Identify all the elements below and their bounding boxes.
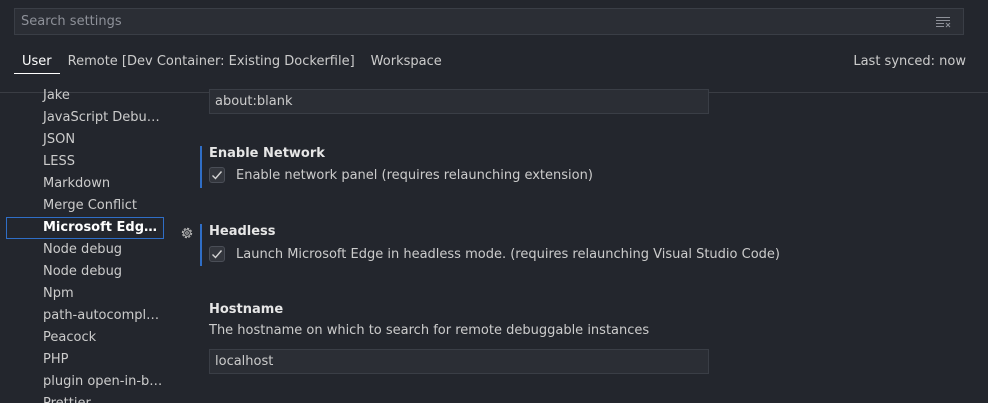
setting-title-enable-network: Enable Network — [209, 146, 325, 161]
toc-item-less[interactable]: LESS — [6, 151, 164, 173]
toc-item-php[interactable]: PHP — [6, 349, 164, 371]
search-box[interactable] — [14, 8, 964, 35]
hostname-input[interactable] — [209, 349, 709, 374]
modified-indicator-headless — [200, 224, 202, 266]
toc-item-javascript-debugger[interactable]: JavaScript Debugger — [6, 107, 164, 129]
toc-item-prettier[interactable]: Prettier — [6, 393, 164, 403]
setting-row-headless: Launch Microsoft Edge in headless mode. … — [209, 245, 780, 263]
toc-item-npm[interactable]: Npm — [6, 283, 164, 305]
tab-remote[interactable]: Remote [Dev Container: Existing Dockerfi… — [60, 52, 363, 74]
setting-row-enable-network: Enable network panel (requires relaunchi… — [209, 166, 593, 184]
filter-icon[interactable] — [935, 16, 951, 28]
url-setting-input[interactable] — [209, 89, 709, 114]
check-icon — [212, 171, 223, 180]
toc-item-node-debug-2[interactable]: Node debug — [6, 261, 164, 283]
toc-item-path-autocomplete[interactable]: path-autocomplete — [6, 305, 164, 327]
toc-item-microsoft-edge-tools[interactable]: Microsoft Edge Tools — [6, 217, 164, 239]
search-input[interactable] — [15, 9, 963, 34]
toc-item-merge-conflict[interactable]: Merge Conflict — [6, 195, 164, 217]
enable-network-checkbox[interactable] — [209, 167, 225, 183]
enable-network-label[interactable]: Enable network panel (requires relaunchi… — [236, 168, 593, 183]
settings-scope-tabs: User Remote [Dev Container: Existing Doc… — [14, 52, 450, 74]
headless-checkbox[interactable] — [209, 246, 225, 262]
setting-title-hostname: Hostname — [209, 302, 284, 317]
setting-title-headless: Headless — [209, 224, 276, 239]
check-icon — [212, 250, 223, 259]
modified-indicator — [200, 146, 202, 188]
headless-label[interactable]: Launch Microsoft Edge in headless mode. … — [236, 247, 780, 262]
settings-toc: Jake JavaScript Debugger JSON LESS Markd… — [0, 86, 166, 403]
toc-item-markdown[interactable]: Markdown — [6, 173, 164, 195]
toc-item-peacock[interactable]: Peacock — [6, 327, 164, 349]
toc-item-plugin-open-in-browser[interactable]: plugin open-in-browser — [6, 371, 164, 393]
toc-item-jake[interactable]: Jake — [6, 86, 164, 107]
sync-status: Last synced: now — [853, 54, 966, 69]
toc-item-json[interactable]: JSON — [6, 129, 164, 151]
tab-workspace[interactable]: Workspace — [363, 52, 450, 74]
setting-description-hostname: The hostname on which to search for remo… — [209, 323, 650, 338]
tab-user[interactable]: User — [14, 52, 60, 74]
toc-item-node-debug[interactable]: Node debug — [6, 239, 164, 261]
gear-icon[interactable] — [180, 226, 194, 240]
